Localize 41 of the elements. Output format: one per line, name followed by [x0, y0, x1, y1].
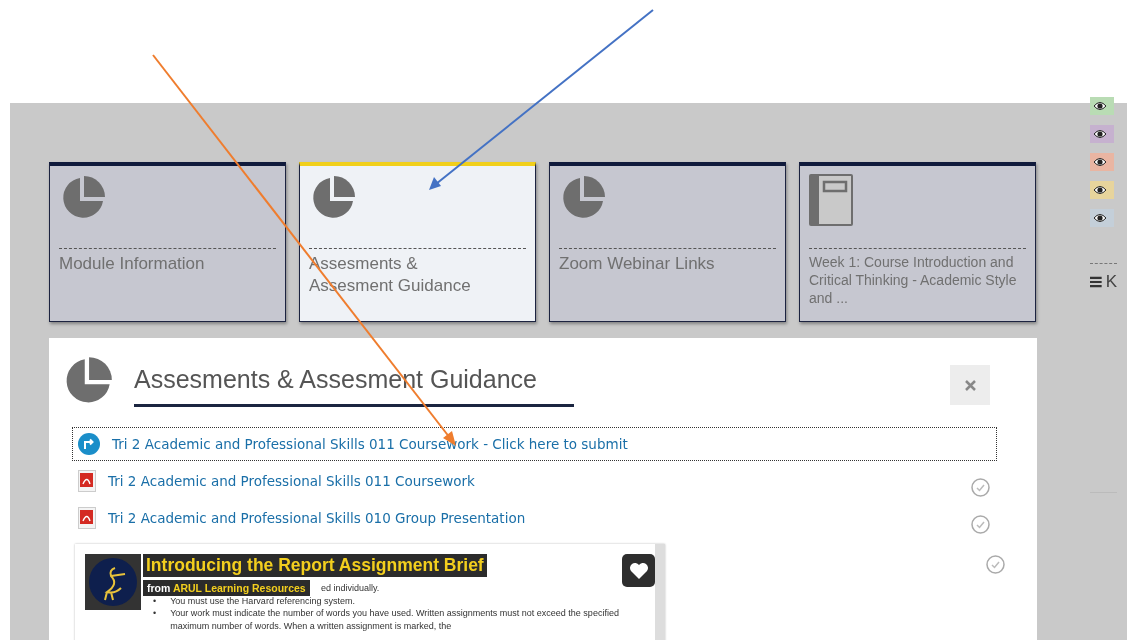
menu-icon[interactable]	[1090, 276, 1102, 288]
eye-icon[interactable]	[1093, 129, 1107, 139]
focused-activity-row[interactable]: Tri 2 Academic and Professional Skills 011 Coursework - Click here to submit	[72, 427, 997, 461]
brief-text: ed individually.	[321, 582, 380, 595]
activity-link[interactable]: Tri 2 Academic and Professional Skills 011 Coursework - Click here to submit	[112, 436, 628, 452]
visibility-toggle[interactable]	[1090, 153, 1114, 171]
activity-link[interactable]: Tri 2 Academic and Professional Skills 010 Group Presentation	[108, 510, 526, 526]
pdf-file-icon	[78, 470, 96, 492]
section-tile[interactable]: Module Information	[49, 162, 286, 322]
activity-link[interactable]: Tri 2 Academic and Professional Skills 011 Coursework	[108, 473, 475, 489]
menu-label: K	[1105, 272, 1117, 292]
visibility-toggle[interactable]	[1090, 181, 1114, 199]
bullet-mark: •	[153, 594, 157, 607]
activity-row[interactable]: Tri 2 Academic and Professional Skills 010 Group Presentation	[72, 501, 997, 535]
visibility-toggle[interactable]	[1090, 97, 1114, 115]
section-tile[interactable]: Zoom Webinar Links	[549, 162, 786, 322]
brief-text: Your work must indicate the number of words you have used. Written assignments must not exceed the specified maximum number of words. When a written assignment is marked, the	[170, 607, 620, 632]
activity-row[interactable]: Tri 2 Academic and Professional Skills 011 Coursework	[72, 464, 997, 498]
bullet-mark: •	[153, 607, 157, 620]
favorite-button[interactable]	[622, 554, 655, 587]
visibility-toggle[interactable]	[1090, 209, 1114, 227]
heron-logo	[85, 554, 141, 610]
eye-icon[interactable]	[1093, 185, 1107, 195]
pdf-file-icon	[78, 507, 96, 529]
eye-icon[interactable]	[1093, 157, 1107, 167]
visibility-toggle[interactable]	[1090, 125, 1114, 143]
video-source: from ARUL Learning Resources	[143, 580, 310, 596]
tile-title: Zoom Webinar Links	[559, 248, 776, 275]
tile-title: Module Information	[59, 248, 276, 275]
eye-icon[interactable]	[1093, 213, 1107, 223]
assignment-icon	[78, 433, 100, 455]
close-button[interactable]	[950, 365, 990, 405]
heart-icon	[628, 561, 649, 580]
brief-text: You must use the Harvard referencing system.	[170, 594, 355, 607]
close-icon	[964, 379, 976, 391]
section-tile[interactable]: Week 1: Course Introduction and Critical Thinking - Academic Style and ...	[799, 162, 1036, 322]
book-icon	[809, 174, 853, 226]
eye-icon[interactable]	[1093, 101, 1107, 111]
video-title: Introducing the Report Assignment Brief	[143, 554, 487, 577]
video-thumbnail[interactable]	[75, 544, 665, 640]
tile-title: Week 1: Course Introduction and Critical Thinking - Academic Style and ...	[809, 248, 1026, 307]
